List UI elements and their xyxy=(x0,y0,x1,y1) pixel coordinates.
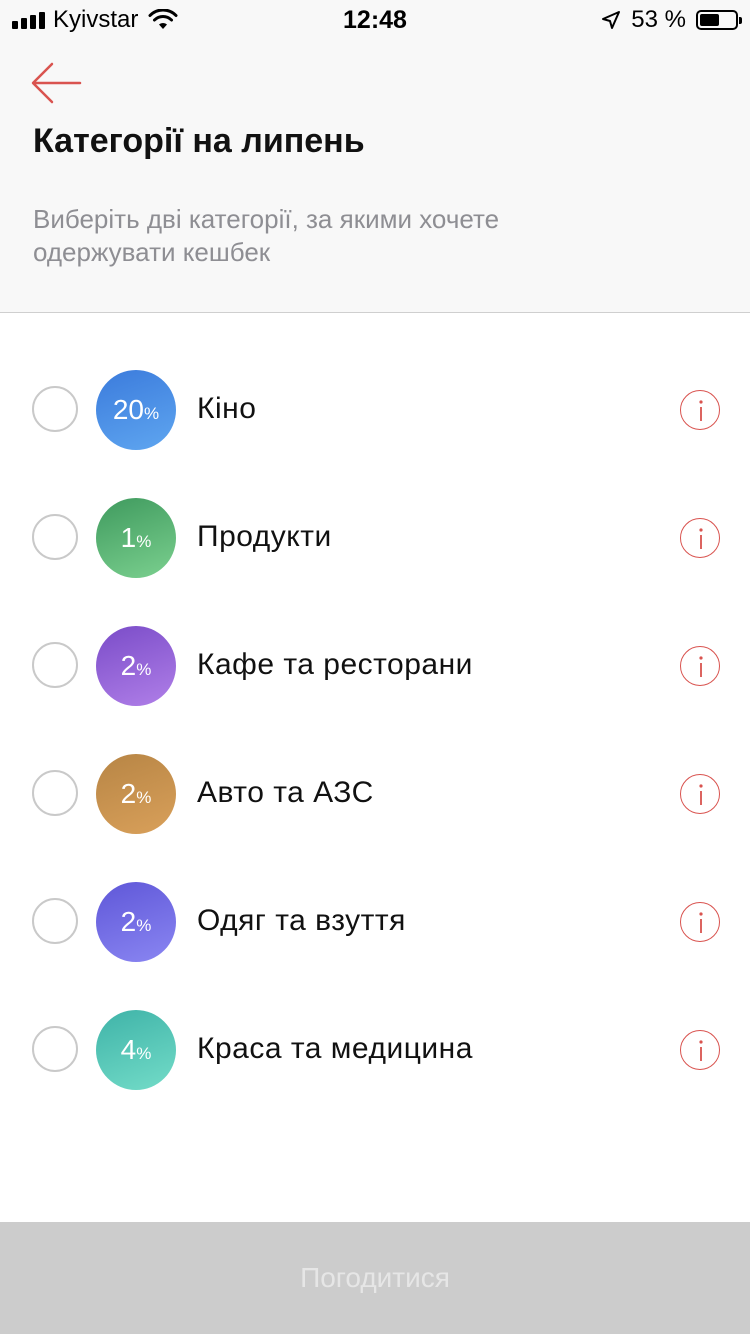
category-label: Кіно xyxy=(197,392,257,425)
info-icon[interactable] xyxy=(680,646,720,686)
radio-button[interactable] xyxy=(32,514,78,560)
cashback-badge: 2% xyxy=(96,626,176,706)
cashback-badge: 4% xyxy=(96,1010,176,1090)
category-label: Авто та АЗС xyxy=(197,776,374,809)
cashback-badge: 2% xyxy=(96,754,176,834)
info-icon[interactable] xyxy=(680,518,720,558)
category-label: Кафе та ресторани xyxy=(197,648,473,681)
page-title: Категорії на липень xyxy=(33,122,365,160)
category-label: Краса та медицина xyxy=(197,1032,473,1065)
cashback-badge: 2% xyxy=(96,882,176,962)
info-icon[interactable] xyxy=(680,902,720,942)
radio-button[interactable] xyxy=(32,770,78,816)
category-row[interactable]: 4% Краса та медицина xyxy=(0,986,750,1114)
radio-button[interactable] xyxy=(32,642,78,688)
category-label: Продукти xyxy=(197,520,332,553)
status-right: 53 % xyxy=(601,6,742,34)
info-icon[interactable] xyxy=(680,1030,720,1070)
info-icon[interactable] xyxy=(680,774,720,814)
category-list: 20% Кіно 1% Продукти 2% Кафе та ресторан… xyxy=(0,346,750,1114)
category-row[interactable]: 20% Кіно xyxy=(0,346,750,474)
status-bar: Kyivstar 12:48 53 % xyxy=(0,0,750,40)
cashback-badge: 1% xyxy=(96,498,176,578)
category-label: Одяг та взуття xyxy=(197,904,406,937)
battery-percent: 53 % xyxy=(631,6,686,33)
radio-button[interactable] xyxy=(32,386,78,432)
category-row[interactable]: 2% Кафе та ресторани xyxy=(0,602,750,730)
category-row[interactable]: 1% Продукти xyxy=(0,474,750,602)
back-arrow-icon[interactable] xyxy=(30,60,82,106)
radio-button[interactable] xyxy=(32,898,78,944)
category-row[interactable]: 2% Одяг та взуття xyxy=(0,858,750,986)
location-arrow-icon xyxy=(602,11,621,29)
battery-icon xyxy=(696,10,742,30)
agree-button[interactable]: Погодитися xyxy=(0,1222,750,1334)
info-icon[interactable] xyxy=(680,390,720,430)
cashback-badge: 20% xyxy=(96,370,176,450)
header: Kyivstar 12:48 53 % Категорії на липень … xyxy=(0,0,750,313)
radio-button[interactable] xyxy=(32,1026,78,1072)
category-row[interactable]: 2% Авто та АЗС xyxy=(0,730,750,858)
page-subtitle: Виберіть дві категорії, за якими хочете … xyxy=(33,204,500,267)
